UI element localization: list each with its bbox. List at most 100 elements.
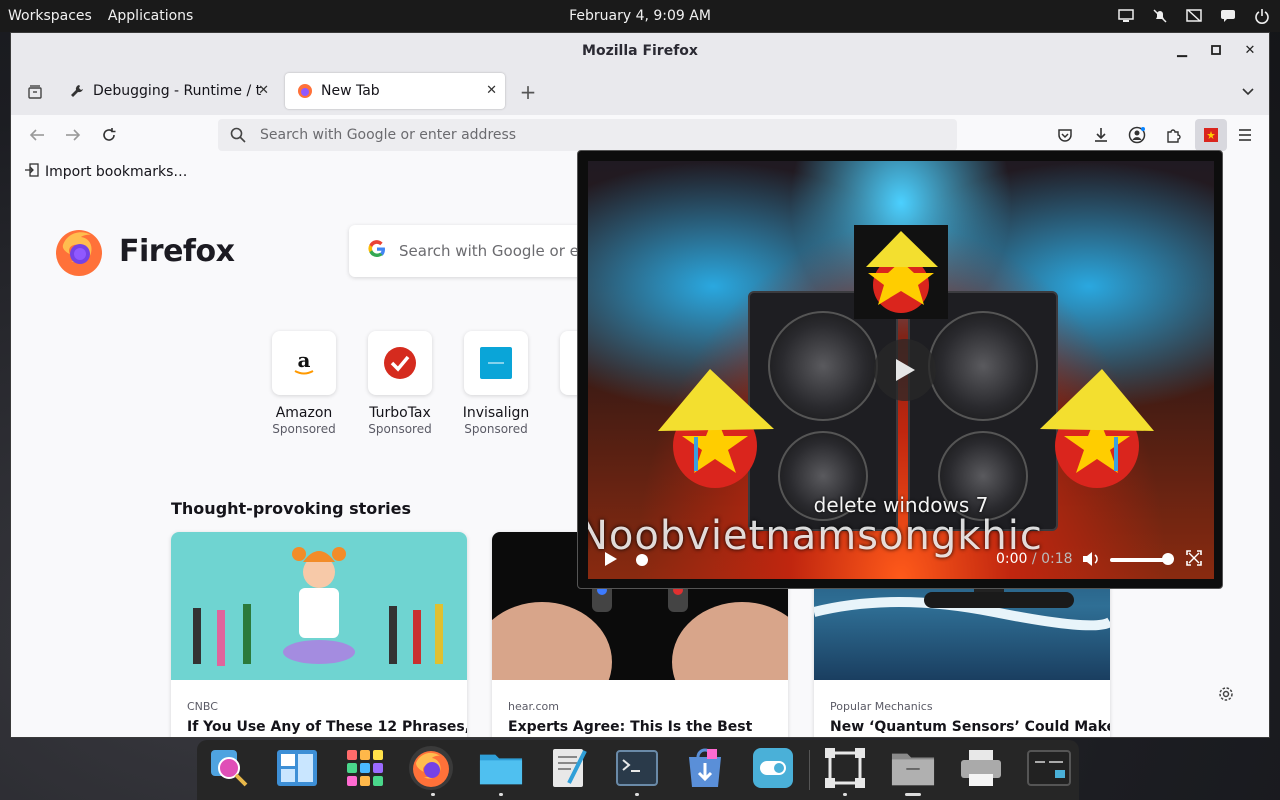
firefox-logo: Firefox (53, 225, 235, 277)
tile-sponsored: Sponsored (368, 422, 432, 436)
stories-section-title: Thought-provoking stories (171, 499, 412, 518)
tab-debugging[interactable]: Debugging - Runtime / this ✕ (57, 73, 277, 109)
time-current: 0:00 (996, 551, 1028, 567)
time-display: 0:00 / 0:18 (996, 551, 1073, 567)
amazon-logo-icon: a (272, 331, 336, 395)
app-grid-icon[interactable] (343, 746, 387, 790)
play-icon[interactable] (604, 551, 618, 571)
personalize-gear-icon[interactable] (1218, 686, 1234, 706)
picture-in-picture-window[interactable]: delete windows 7 Noobvietnamsongkhic 0:0… (577, 150, 1223, 589)
firefox-app-icon[interactable] (409, 746, 453, 790)
close-tab-icon[interactable]: ✕ (258, 83, 269, 98)
story-headline: If You Use Any of These 12 Phrases, (187, 719, 467, 735)
files-folder-icon[interactable] (479, 746, 523, 790)
close-tab-icon[interactable]: ✕ (486, 83, 497, 98)
printer-icon[interactable] (959, 746, 1003, 790)
firefox-wordmark: Firefox (119, 233, 235, 269)
play-icon (896, 359, 915, 381)
tile-name: Invisalign (462, 405, 530, 421)
story-image (171, 532, 467, 680)
pip-controls: 0:00 / 0:18 (588, 541, 1214, 579)
extensions-puzzle-icon[interactable] (1161, 123, 1185, 147)
running-indicator (843, 793, 847, 796)
close-window-icon[interactable]: ✕ (1243, 41, 1257, 59)
firefox-icon (297, 83, 313, 99)
tab-label: New Tab (321, 83, 380, 99)
speaker-cone (768, 311, 878, 421)
search-app-icon[interactable] (207, 746, 251, 790)
running-indicator (499, 793, 503, 796)
new-tab-plus-icon[interactable]: + (516, 80, 540, 104)
power-icon[interactable] (1252, 6, 1272, 26)
back-arrow-icon[interactable] (25, 123, 49, 147)
pip-video[interactable]: delete windows 7 Noobvietnamsongkhic 0:0… (588, 161, 1214, 579)
import-icon (25, 162, 39, 181)
tile-name: Amazon (275, 405, 333, 421)
software-store-icon[interactable] (683, 746, 727, 790)
import-bookmarks-link[interactable]: Import bookmarks… (45, 164, 187, 180)
forward-arrow-icon[interactable] (61, 123, 85, 147)
running-indicator (905, 793, 921, 796)
system-monitor-icon[interactable] (1027, 746, 1071, 790)
tab-new-tab[interactable]: New Tab ✕ (285, 73, 505, 109)
shortcut-tile-amazon[interactable]: a Amazon Sponsored (266, 331, 342, 436)
text-editor-icon[interactable] (547, 746, 591, 790)
story-card[interactable]: CNBC If You Use Any of These 12 Phrases, (171, 532, 467, 737)
title-bar[interactable]: Mozilla Firefox ▁ ✕ (11, 33, 1269, 69)
list-all-tabs-chevron-icon[interactable] (1236, 80, 1260, 104)
chat-icon[interactable] (1218, 6, 1238, 26)
speaker-cone (928, 311, 1038, 421)
applications-menu[interactable]: Applications (100, 8, 202, 24)
hamburger-menu-icon[interactable] (1233, 123, 1257, 147)
shortcut-tile-turbotax[interactable]: TurboTax Sponsored (362, 331, 438, 436)
time-separator: / (1027, 551, 1042, 567)
downloads-icon[interactable] (1089, 123, 1113, 147)
big-play-button[interactable] (874, 339, 936, 401)
minimize-icon[interactable]: ▁ (1175, 41, 1189, 59)
firefox-view-icon[interactable] (23, 80, 47, 104)
turbotax-logo-icon (368, 331, 432, 395)
url-bar[interactable]: Search with Google or enter address (218, 119, 957, 151)
countryball-left (650, 361, 780, 491)
tile-sponsored: Sponsored (464, 422, 528, 436)
maximize-icon[interactable] (1209, 41, 1223, 59)
volume-icon[interactable] (1082, 551, 1100, 571)
account-icon[interactable] (1125, 123, 1149, 147)
volume-slider[interactable] (1110, 558, 1168, 562)
story-source: Popular Mechanics (830, 700, 933, 713)
tab-strip: Debugging - Runtime / this ✕ New Tab ✕ + (11, 69, 1269, 115)
notifications-off-icon[interactable] (1150, 6, 1170, 26)
system-tray (1116, 6, 1272, 26)
file-manager-icon[interactable] (891, 746, 935, 790)
tile-name: TurboTax (369, 405, 431, 421)
invisalign-logo-icon (464, 331, 528, 395)
dock-separator (809, 750, 810, 790)
search-icon (230, 127, 246, 143)
shortcut-tile-invisalign[interactable]: Invisalign Sponsored (458, 331, 534, 436)
volume-slider-handle[interactable] (1162, 553, 1174, 565)
screen-icon[interactable] (1116, 6, 1136, 26)
reload-icon[interactable] (97, 123, 121, 147)
story-headline: New ‘Quantum Sensors’ Could Make (830, 719, 1110, 735)
pocket-icon[interactable] (1053, 123, 1077, 147)
tab-label: Debugging - Runtime / this (93, 83, 261, 99)
workspaces-app-icon[interactable] (275, 746, 319, 790)
navigation-toolbar: Search with Google or enter address (11, 115, 1269, 155)
story-headline: Experts Agree: This Is the Best (508, 719, 753, 735)
time-total: 0:18 (1041, 551, 1073, 567)
dock (197, 740, 1079, 800)
fullscreen-icon[interactable] (1186, 550, 1202, 570)
screenshot-tool-icon[interactable] (823, 746, 867, 790)
toggle-app-icon[interactable] (751, 746, 795, 790)
window-title: Mozilla Firefox (582, 43, 698, 59)
running-indicator (635, 793, 639, 796)
firefox-logo-icon (56, 230, 102, 276)
story-source: CNBC (187, 700, 218, 713)
pip-extension-flag-icon[interactable] (1195, 119, 1227, 151)
workspaces-menu[interactable]: Workspaces (0, 8, 100, 24)
network-off-icon[interactable] (1184, 6, 1204, 26)
terminal-icon[interactable] (615, 746, 659, 790)
tile-sponsored: Sponsored (272, 422, 336, 436)
countryball-thumbnail (854, 225, 948, 319)
scrubber-handle[interactable] (636, 554, 648, 566)
